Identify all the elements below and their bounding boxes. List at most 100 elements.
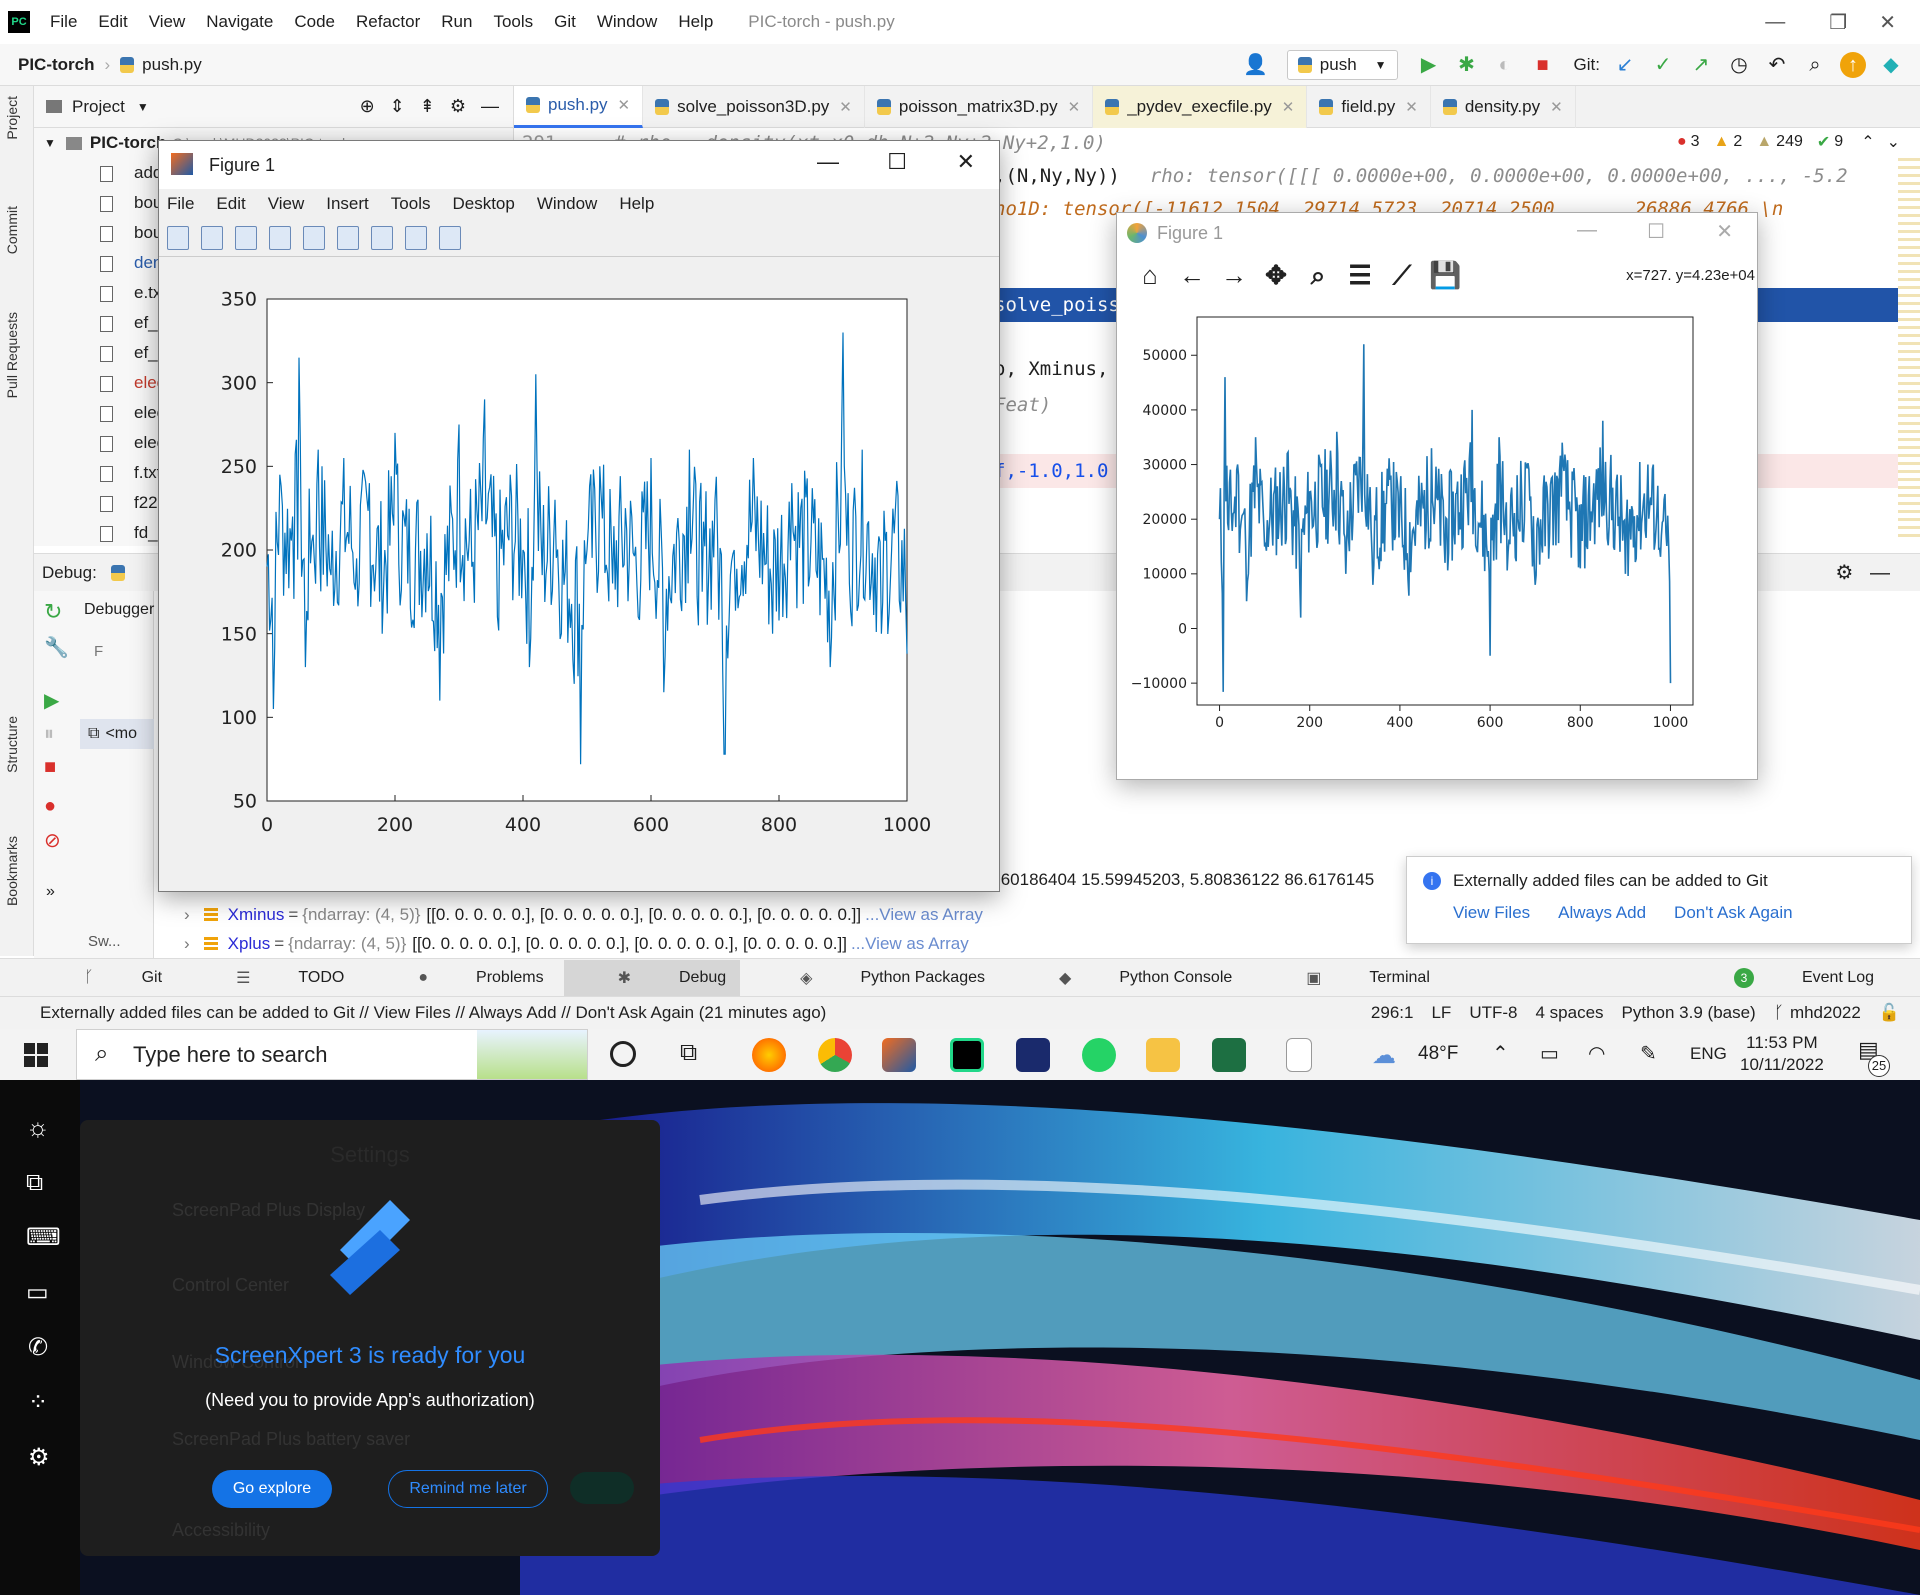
property-editor-icon[interactable] [439,225,461,250]
zoom-icon[interactable]: ⌕ [1303,260,1333,290]
menu-navigate[interactable]: Navigate [206,12,273,32]
expand-icon[interactable]: › [184,934,190,954]
close-icon[interactable]: ✕ [957,149,975,175]
debugger-tab[interactable]: Debugger [84,601,154,619]
switch-label[interactable]: Sw... [88,933,121,950]
gear-icon[interactable]: ⚙ — [1835,560,1890,585]
status-message[interactable]: Externally added files can be added to G… [40,1003,826,1023]
matlab-icon[interactable] [882,1038,916,1072]
python-file-icon[interactable] [110,564,125,581]
matlab-line-chart[interactable]: 0 200 400 600 800 1000 50 100 150 200 250 300 350 [159,257,999,891]
editor-tab[interactable]: solve_poisson3D.py ✕ [643,85,865,128]
tool-pull-requests[interactable]: Pull Requests [4,312,20,398]
thread-item[interactable]: ⧉ <mo [80,719,154,749]
minimize-icon[interactable]: — [1765,11,1785,34]
link-plot-icon[interactable] [303,225,325,250]
laptop-icon[interactable]: ▭ [26,1278,80,1307]
task-view-icon[interactable]: ⧉ [680,1039,697,1067]
app-icon[interactable] [1016,1038,1050,1072]
open-icon[interactable] [201,225,223,250]
tool-tab-terminal[interactable]: ▣ Terminal [1252,960,1444,996]
breadcrumb-project[interactable]: PIC-torch [18,55,95,75]
new-figure-icon[interactable] [167,225,189,250]
menu-code[interactable]: Code [294,12,335,32]
jetbrains-icon[interactable]: ◆ [1878,52,1904,78]
menu-file[interactable]: File [50,12,77,32]
tool-commit[interactable]: Commit [4,206,20,254]
caret-position[interactable]: 296:1 [1371,1003,1414,1023]
view-as-array-link[interactable]: ...View as Array [865,905,983,925]
apps-grid-icon[interactable]: ⁘ [28,1388,80,1417]
remind-me-later-button[interactable]: Remind me later [388,1470,548,1508]
editor-tab[interactable]: density.py ✕ [1431,85,1576,128]
expand-icon[interactable]: › [184,905,190,925]
run-config-select[interactable]: push ▼ [1286,49,1398,80]
figure-menu-insert[interactable]: Insert [326,194,369,214]
language-indicator[interactable]: ENG [1690,1044,1727,1064]
search-icon[interactable]: ⌕ [1802,52,1828,78]
maximize-icon[interactable]: ☐ [1647,219,1665,244]
mute-breakpoints-icon[interactable]: ⊘ [44,828,153,853]
git-push-icon[interactable]: ↗ [1688,52,1714,78]
variable-row[interactable]: › Xplus = {ndarray: (4, 5)} [[0. 0. 0. 0. … [184,929,1404,958]
more-icon[interactable]: » [46,883,153,901]
frames-select[interactable]: F [94,643,103,660]
pointer-icon[interactable] [405,225,427,250]
figure-menu-edit[interactable]: Edit [216,194,245,214]
tool-tab-debug[interactable]: ✱ Debug [563,959,741,996]
back-icon[interactable]: ← [1177,260,1207,290]
lock-icon[interactable]: 🔓 [1879,1003,1900,1023]
pycharm-icon[interactable] [950,1038,984,1072]
tool-tab-python-packages[interactable]: ◈ Python Packages [746,960,999,996]
save-icon[interactable]: 💾 [1429,260,1461,290]
menu-edit[interactable]: Edit [98,12,127,32]
brightness-icon[interactable]: ☼ [26,1112,80,1143]
cortana-icon[interactable] [610,1041,636,1067]
menu-refactor[interactable]: Refactor [356,12,420,32]
tool-tab-problems[interactable]: ● Problems [364,960,557,996]
weather-temp[interactable]: 48°F [1418,1043,1458,1065]
figure-menu-tools[interactable]: Tools [391,194,431,214]
editor-tab[interactable]: field.py ✕ [1307,85,1431,128]
battery-saver-toggle[interactable] [570,1472,634,1504]
tool-tab-todo[interactable]: ☰ TODO [182,960,358,996]
tool-tab-git[interactable]: ᚴ Git [30,960,176,996]
app-switcher-icon[interactable]: ⧉ [26,1169,80,1197]
stop-icon[interactable]: ■ [44,756,153,779]
git-branch[interactable]: mhd2022 [1790,1003,1861,1023]
close-tab-icon[interactable]: ✕ [618,96,631,114]
file-explorer-icon[interactable] [1146,1038,1180,1072]
git-update-icon[interactable]: ↙ [1612,52,1638,78]
menu-window[interactable]: Window [597,12,657,32]
run-icon[interactable]: ▶ [1416,52,1442,78]
figure-menu-window[interactable]: Window [537,194,597,214]
whatsapp-icon[interactable] [1082,1038,1116,1072]
scroll-markers[interactable] [1898,158,1920,538]
inspection-widget[interactable]: ● 3 ▲ 2 ▲ 249 ✔ 9 ⌃ ⌄ [1677,132,1900,152]
chevron-down-icon[interactable]: ⌄ [1887,132,1900,152]
keyboard-icon[interactable]: ⌨ [26,1223,80,1252]
battery-icon[interactable]: ▭ [1540,1041,1559,1066]
tool-bookmarks[interactable]: Bookmarks [4,836,20,906]
dont-ask-again-link[interactable]: Don't Ask Again [1674,903,1793,923]
taskbar-search[interactable]: ⌕ Type here to search [76,1029,588,1080]
maximize-icon[interactable]: ☐ [887,149,907,175]
tool-tab-python-console[interactable]: ◆ Python Console [1005,960,1246,996]
excel-icon[interactable] [1212,1038,1246,1072]
figure-menu-file[interactable]: File [167,194,194,214]
wifi-icon[interactable]: ◠ [1588,1041,1605,1066]
home-icon[interactable]: ⌂ [1135,260,1165,290]
close-tab-icon[interactable]: ✕ [1405,98,1418,116]
chevron-down-icon[interactable]: ▼ [137,100,149,114]
view-files-link[interactable]: View Files [1453,903,1530,923]
edit-axis-icon[interactable]: ⟋ [1387,260,1417,290]
document-icon[interactable] [1286,1038,1312,1072]
resume-icon[interactable]: ▶ [44,688,153,713]
close-tab-icon[interactable]: ✕ [1282,98,1295,116]
chevron-up-icon[interactable]: ⌃ [1861,132,1874,152]
coverage-icon[interactable]: ◐ [1492,52,1518,78]
minimize-icon[interactable]: — [1577,219,1597,242]
project-panel-title[interactable]: Project [72,97,125,117]
go-explore-button[interactable]: Go explore [212,1470,332,1508]
figure-menu-desktop[interactable]: Desktop [452,194,514,214]
